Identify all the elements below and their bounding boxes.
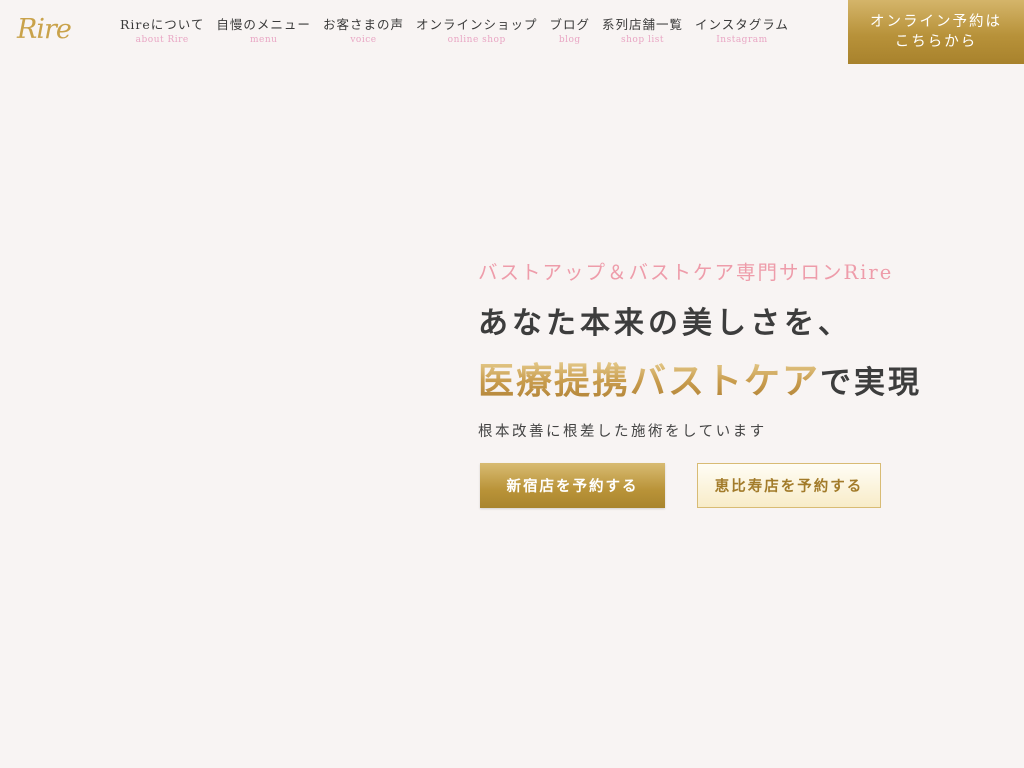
nav-item-shop-list[interactable]: 系列店舗一覧 shop list: [596, 16, 689, 47]
main-nav: Rireについて about Rire 自慢のメニュー menu お客さまの声 …: [114, 16, 795, 47]
nav-item-online-shop[interactable]: オンラインショップ online shop: [410, 16, 544, 47]
online-reserve-button[interactable]: オンライン予約は こちらから: [848, 0, 1024, 64]
hero-headline-gold: 医療提携バストケア: [478, 360, 821, 402]
site-header: Rire Rireについて about Rire 自慢のメニュー menu お客…: [0, 0, 1024, 64]
nav-label-jp: 系列店舗一覧: [601, 17, 683, 32]
hero-headline-line2: 医療提携バストケアで実現: [478, 356, 1008, 410]
nav-label-jp: 自慢のメニュー: [216, 17, 311, 32]
hero-headline-rest: で実現: [820, 365, 923, 401]
nav-label-en: about Rire: [135, 35, 189, 45]
hero-section: バストアップ＆バストケア専門サロンRire あなた本来の美しさを、 医療提携バス…: [478, 258, 1008, 442]
nav-label-en: menu: [249, 35, 278, 45]
hero-subtitle: バストアップ＆バストケア専門サロンRire: [478, 261, 894, 284]
hero-buttons: 新宿店を予約する 恵比寿店を予約する: [480, 463, 881, 508]
reserve-label-line1: オンライン予約は: [870, 14, 1002, 30]
nav-label-jp: インスタグラム: [695, 17, 789, 32]
nav-item-instagram[interactable]: インスタグラム Instagram: [689, 16, 795, 47]
nav-label-jp: お客さまの声: [322, 17, 404, 32]
nav-label-en: blog: [558, 35, 581, 45]
nav-label-jp: Rireについて: [120, 17, 205, 32]
hero-headline-line1: あなた本来の美しさを、: [478, 306, 852, 341]
nav-item-blog[interactable]: ブログ blog: [543, 16, 596, 47]
hero-description: 根本改善に根差した施術をしています: [478, 424, 767, 440]
reserve-label-line2: こちらから: [894, 34, 978, 50]
nav-item-voice[interactable]: お客さまの声 voice: [317, 16, 410, 47]
nav-label-jp: オンラインショップ: [415, 17, 538, 32]
rire-logo[interactable]: Rire: [17, 14, 72, 45]
nav-label-jp: ブログ: [549, 17, 590, 32]
nav-label-en: Instagram: [716, 35, 768, 45]
reserve-shinjuku-button[interactable]: 新宿店を予約する: [480, 463, 665, 508]
nav-item-menu[interactable]: 自慢のメニュー menu: [210, 16, 317, 47]
nav-label-en: voice: [350, 35, 377, 45]
nav-label-en: online shop: [447, 35, 506, 45]
nav-item-about[interactable]: Rireについて about Rire: [114, 16, 210, 47]
reserve-ebisu-button[interactable]: 恵比寿店を予約する: [697, 463, 881, 508]
nav-label-en: shop list: [621, 35, 664, 45]
